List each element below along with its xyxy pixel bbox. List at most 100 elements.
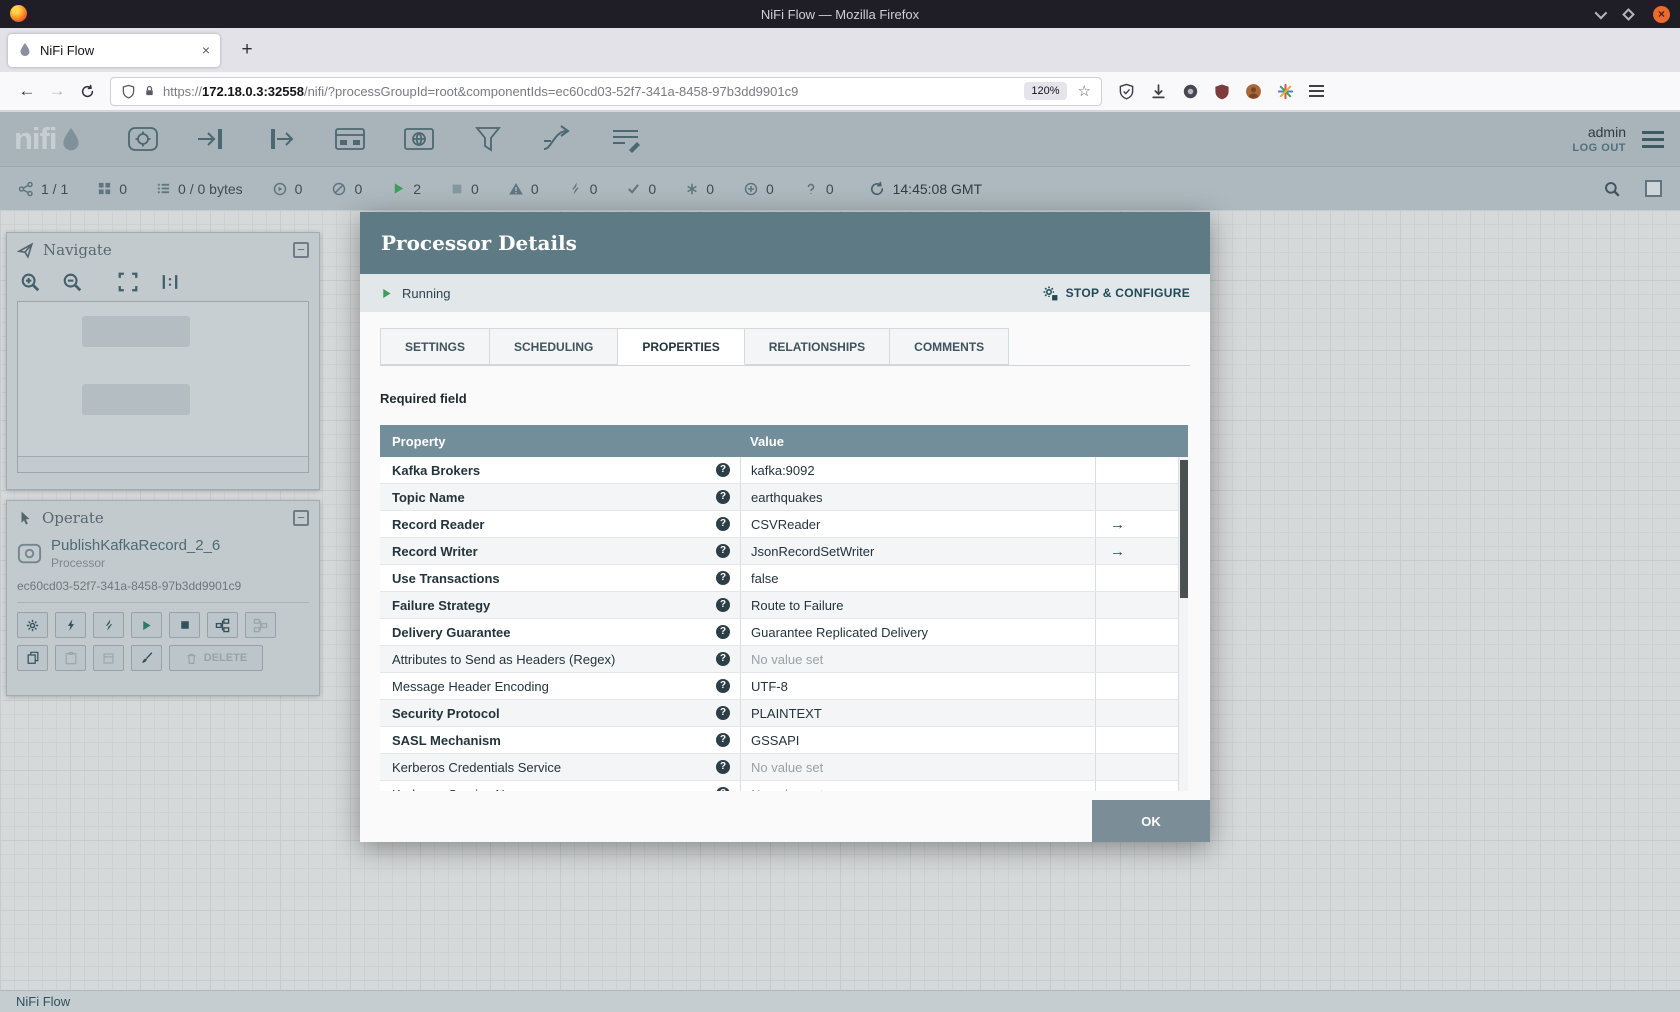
property-value[interactable]: Guarantee Replicated Delivery xyxy=(740,619,1095,645)
delete-button[interactable]: DELETE xyxy=(169,645,263,671)
browser-menu-icon[interactable] xyxy=(1309,85,1324,97)
property-value[interactable]: kafka:9092 xyxy=(740,457,1095,483)
tab-scheduling[interactable]: SCHEDULING xyxy=(490,328,619,365)
tab-properties[interactable]: PROPERTIES xyxy=(618,328,745,365)
ok-button[interactable]: OK xyxy=(1092,800,1210,842)
help-icon[interactable]: ? xyxy=(716,787,730,791)
table-row[interactable]: Delivery Guarantee? Guarantee Replicated … xyxy=(380,619,1188,646)
property-value[interactable]: earthquakes xyxy=(740,484,1095,510)
refresh-icon[interactable] xyxy=(869,181,885,197)
help-icon[interactable]: ? xyxy=(716,544,730,558)
ungroup-button[interactable] xyxy=(245,612,276,638)
zoom-level-badge[interactable]: 120% xyxy=(1024,82,1067,100)
table-row[interactable]: Kerberos Service Name?No value set xyxy=(380,781,1188,791)
template-button[interactable] xyxy=(93,645,124,671)
window-close-button[interactable]: × xyxy=(1653,5,1670,23)
configure-button[interactable] xyxy=(17,612,48,638)
browser-tab[interactable]: NiFi Flow × xyxy=(8,33,220,67)
process-group-drag-icon[interactable] xyxy=(332,121,368,157)
property-value[interactable]: No value set xyxy=(740,754,1095,780)
template-drag-icon[interactable] xyxy=(539,121,575,157)
birdseye-map[interactable] xyxy=(17,301,309,473)
goto-service-icon[interactable]: → xyxy=(1110,543,1125,560)
tab-close-icon[interactable]: × xyxy=(202,42,210,58)
help-icon[interactable]: ? xyxy=(716,598,730,612)
lock-icon[interactable] xyxy=(143,84,156,98)
fill-color-button[interactable] xyxy=(131,645,162,671)
help-icon[interactable]: ? xyxy=(716,652,730,666)
account-avatar-icon[interactable] xyxy=(1245,83,1262,100)
property-value[interactable]: false xyxy=(740,565,1095,591)
table-row[interactable]: SASL Mechanism? GSSAPI xyxy=(380,727,1188,754)
property-value[interactable]: PLAINTEXT xyxy=(740,700,1095,726)
table-row[interactable]: Attributes to Send as Headers (Regex)? No… xyxy=(380,646,1188,673)
tab-relationships[interactable]: RELATIONSHIPS xyxy=(744,328,891,365)
goto-service-icon[interactable]: → xyxy=(1110,516,1125,533)
window-maximize-icon[interactable] xyxy=(1622,7,1635,21)
logout-link[interactable]: LOG OUT xyxy=(1572,142,1626,154)
help-icon[interactable]: ? xyxy=(716,733,730,747)
bookmark-star-icon[interactable]: ☆ xyxy=(1078,82,1091,100)
scrollbar-thumb[interactable] xyxy=(1180,460,1188,598)
property-value[interactable]: No value set xyxy=(740,781,1095,791)
table-row[interactable]: Message Header Encoding? UTF-8 xyxy=(380,673,1188,700)
url-bar[interactable]: https://172.18.0.3:32558/nifi/?processGr… xyxy=(110,76,1102,106)
current-user[interactable]: admin xyxy=(1572,124,1626,140)
label-drag-icon[interactable] xyxy=(608,121,644,157)
sparkle-extension-icon[interactable] xyxy=(1277,83,1294,100)
tab-comments[interactable]: COMMENTS xyxy=(890,328,1010,365)
property-value[interactable]: UTF-8 xyxy=(740,673,1095,699)
shield-check-icon[interactable] xyxy=(1118,83,1135,100)
table-row[interactable]: Failure Strategy? Route to Failure xyxy=(380,592,1188,619)
tracking-shield-icon[interactable] xyxy=(121,84,136,99)
goto-cell[interactable]: → xyxy=(1095,538,1188,564)
zoom-fit-icon[interactable] xyxy=(117,271,139,293)
zoom-actual-icon[interactable] xyxy=(159,271,181,293)
help-icon[interactable]: ? xyxy=(716,679,730,693)
help-icon[interactable]: ? xyxy=(716,463,730,477)
disable-button[interactable] xyxy=(93,612,124,638)
breadcrumb[interactable]: NiFi Flow xyxy=(16,994,70,1009)
zoom-in-icon[interactable] xyxy=(19,271,41,293)
remote-process-group-drag-icon[interactable] xyxy=(401,121,437,157)
tab-settings[interactable]: SETTINGS xyxy=(380,328,491,365)
table-row[interactable]: Security Protocol? PLAINTEXT xyxy=(380,700,1188,727)
group-button[interactable] xyxy=(207,612,238,638)
table-row[interactable]: Topic Name? earthquakes xyxy=(380,484,1188,511)
start-button[interactable] xyxy=(131,612,162,638)
table-row[interactable]: Kerberos Credentials Service? No value se… xyxy=(380,754,1188,781)
processor-drag-icon[interactable] xyxy=(125,121,161,157)
global-menu-icon[interactable] xyxy=(1642,130,1664,148)
funnel-drag-icon[interactable] xyxy=(470,121,506,157)
input-port-drag-icon[interactable] xyxy=(194,121,230,157)
property-value[interactable]: GSSAPI xyxy=(740,727,1095,753)
copy-button[interactable] xyxy=(17,645,48,671)
help-icon[interactable]: ? xyxy=(716,706,730,720)
operate-collapse-button[interactable]: − xyxy=(293,510,309,526)
forward-button[interactable]: → xyxy=(42,77,72,105)
enable-button[interactable] xyxy=(55,612,86,638)
download-icon[interactable] xyxy=(1150,83,1167,100)
help-icon[interactable]: ? xyxy=(716,760,730,774)
property-value[interactable]: JsonRecordSetWriter xyxy=(740,538,1095,564)
help-icon[interactable]: ? xyxy=(716,625,730,639)
stop-and-configure-button[interactable]: STOP & CONFIGURE xyxy=(1041,284,1190,302)
help-icon[interactable]: ? xyxy=(716,571,730,585)
help-icon[interactable]: ? xyxy=(716,517,730,531)
window-minimize-icon[interactable] xyxy=(1594,6,1608,19)
table-scrollbar[interactable] xyxy=(1178,457,1188,791)
navigate-collapse-button[interactable]: − xyxy=(293,242,309,258)
back-button[interactable]: ← xyxy=(12,77,42,105)
stop-button[interactable] xyxy=(169,612,200,638)
panel-toggle-icon[interactable] xyxy=(1645,180,1662,197)
container-extension-icon[interactable] xyxy=(1182,83,1199,100)
search-icon[interactable] xyxy=(1603,180,1621,198)
paste-button[interactable] xyxy=(55,645,86,671)
new-tab-button[interactable]: + xyxy=(234,39,260,61)
table-row[interactable]: Use Transactions? false xyxy=(380,565,1188,592)
property-value[interactable]: CSVReader xyxy=(740,511,1095,537)
ublock-extension-icon[interactable] xyxy=(1214,83,1230,100)
zoom-out-icon[interactable] xyxy=(61,271,83,293)
table-row[interactable]: Record Writer? JsonRecordSetWriter → xyxy=(380,538,1188,565)
table-row[interactable]: Record Reader? CSVReader → xyxy=(380,511,1188,538)
